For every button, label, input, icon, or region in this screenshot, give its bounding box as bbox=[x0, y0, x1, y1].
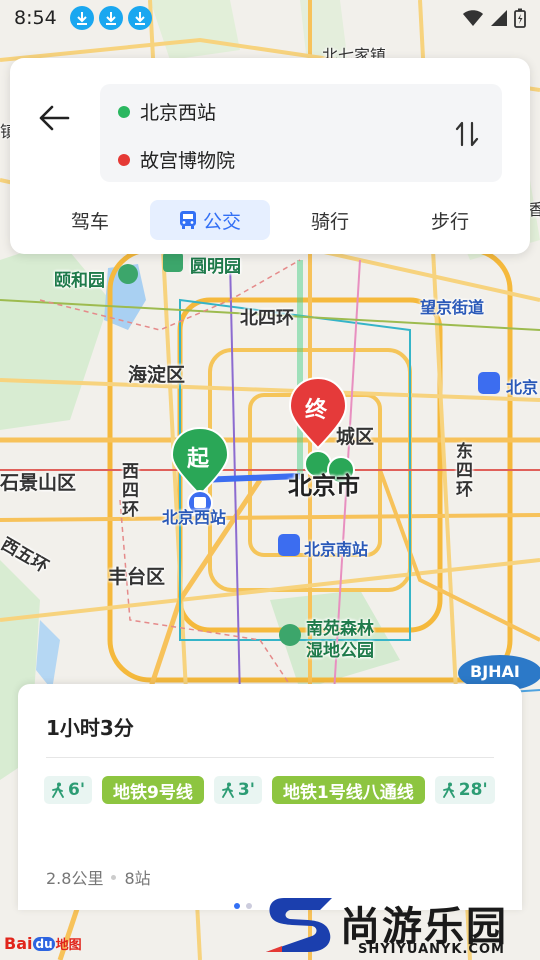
destination-dot-icon bbox=[118, 153, 130, 166]
tab-walk-label: 步行 bbox=[430, 210, 469, 233]
route-segments: 6' 地铁9号线 3' 地铁1号线八通线 28' bbox=[44, 776, 504, 804]
walk-segment: 3' bbox=[213, 776, 262, 804]
divider bbox=[46, 757, 494, 758]
tab-bike[interactable]: 骑行 bbox=[270, 200, 390, 240]
tab-bus[interactable]: 公交 bbox=[150, 200, 270, 240]
walk-icon bbox=[52, 782, 64, 798]
walk-segment: 6' bbox=[44, 776, 93, 804]
route-distance: 2.8公里 bbox=[46, 869, 104, 888]
watermark-s-icon bbox=[266, 898, 332, 952]
route-stops: 8站 bbox=[124, 869, 151, 888]
download-icon bbox=[69, 6, 94, 30]
walk-time: 6' bbox=[68, 780, 86, 800]
route-summary: 2.8公里 8站 bbox=[46, 865, 151, 889]
wifi-icon bbox=[463, 10, 483, 26]
map-label-bihai: BJHAI bbox=[470, 662, 520, 681]
map-label-fengtai: 丰台区 bbox=[108, 566, 166, 588]
page-indicator bbox=[234, 903, 252, 909]
map-label-yiheyuan: 颐和园 bbox=[54, 271, 105, 291]
walk-icon bbox=[442, 782, 455, 798]
signal-icon bbox=[491, 10, 507, 26]
map-label-beijingnan-station: 北京南站 bbox=[304, 540, 369, 559]
walk-segment: 28' bbox=[434, 776, 495, 804]
route-result-card[interactable]: 1小时3分 6' 地铁9号线 3' 地铁1号线八通线 28' 2.8公里 8站 bbox=[18, 684, 522, 910]
origin-dot-icon bbox=[118, 105, 130, 118]
tab-drive[interactable]: 驾车 bbox=[30, 200, 150, 240]
origin-text: 北京西站 bbox=[140, 102, 217, 124]
map-label-haidian: 海淀区 bbox=[128, 364, 186, 386]
tab-walk[interactable]: 步行 bbox=[390, 200, 510, 240]
status-time: 8:54 bbox=[14, 7, 57, 29]
back-button[interactable] bbox=[36, 100, 72, 136]
map-label-beijingshi: 北京市 bbox=[288, 472, 360, 500]
subway-line-badge: 地铁1号线八通线 bbox=[271, 776, 425, 804]
walk-time: 3' bbox=[237, 780, 255, 800]
swap-button[interactable] bbox=[452, 117, 482, 151]
swap-icon bbox=[455, 121, 479, 147]
download-icon bbox=[98, 6, 123, 30]
tab-bus-label: 公交 bbox=[202, 210, 241, 233]
baidu-map-logo: Bai du 地图 bbox=[4, 934, 82, 953]
download-icon bbox=[127, 6, 152, 30]
watermark-logo: 尚游乐园 SHYIYUANYK.COM bbox=[262, 892, 540, 960]
battery-icon bbox=[514, 8, 526, 28]
tab-bike-label: 骑行 bbox=[310, 210, 349, 233]
map-label-dongcheng: 城区 bbox=[336, 426, 375, 448]
walk-icon bbox=[221, 782, 234, 798]
route-card: 北京西站 故宫博物院 驾车 公交 骑行 步行 bbox=[10, 58, 530, 254]
origin-destination-box: 北京西站 故宫博物院 bbox=[100, 84, 502, 182]
start-marker-label: 起 bbox=[187, 447, 210, 472]
route-duration: 1小时3分 bbox=[46, 716, 134, 740]
mode-tabs: 驾车 公交 骑行 步行 bbox=[30, 200, 510, 240]
map-label-shijingshan: 石景山区 bbox=[0, 472, 77, 494]
map-label-beijingxi-station: 北京西站 bbox=[162, 508, 227, 527]
map-label-beisihuan: 北四环 bbox=[240, 308, 294, 329]
map-label-yuanmingyuan: 圆明园 bbox=[190, 257, 241, 277]
walk-time: 28' bbox=[458, 780, 488, 800]
watermark-subtext: SHYIYUANYK.COM bbox=[358, 942, 505, 957]
destination-row[interactable]: 故宫博物院 bbox=[118, 146, 235, 173]
bus-icon bbox=[179, 210, 197, 230]
map-label-xisihuan: 西四环 bbox=[118, 462, 138, 519]
end-marker-label: 终 bbox=[305, 398, 328, 423]
map-label-nanyuan-2: 湿地公园 bbox=[306, 641, 374, 661]
map-label-beijing-east: 北京 bbox=[506, 378, 539, 397]
subway-line-badge: 地铁9号线 bbox=[102, 776, 204, 804]
map-label-wangjing: 望京街道 bbox=[420, 298, 485, 317]
tab-drive-label: 驾车 bbox=[70, 210, 109, 233]
origin-row[interactable]: 北京西站 bbox=[118, 98, 216, 125]
separator-dot bbox=[111, 874, 117, 880]
map-label-dongsihuan: 东四环 bbox=[452, 442, 472, 499]
destination-text: 故宫博物院 bbox=[140, 150, 236, 172]
arrow-left-icon bbox=[39, 105, 70, 131]
status-bar: 8:54 bbox=[0, 0, 540, 36]
